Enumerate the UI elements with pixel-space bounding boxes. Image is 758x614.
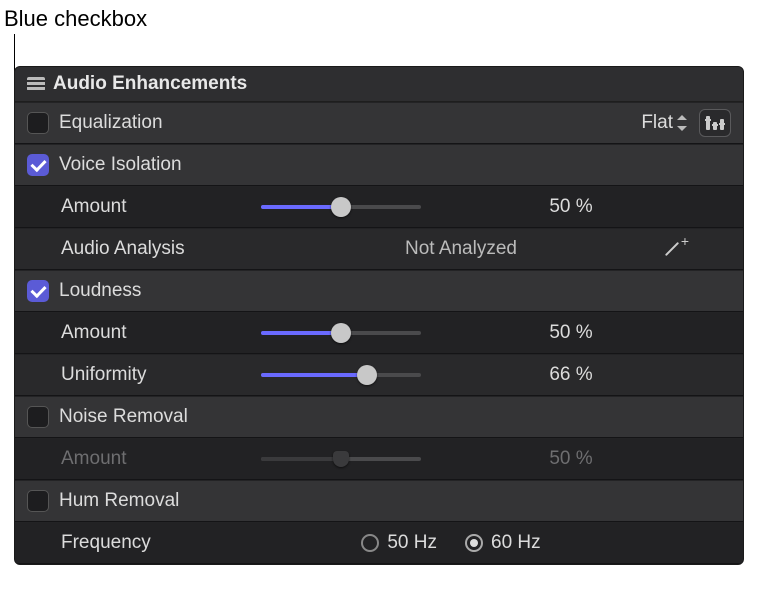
voice-isolation-row: Voice Isolation	[15, 144, 743, 186]
voice-isolation-label: Voice Isolation	[59, 154, 182, 176]
loudness-label: Loudness	[59, 280, 141, 302]
loudness-uniformity-row: Uniformity 66 %	[15, 354, 743, 396]
inspector-icon	[27, 77, 45, 91]
panel-title: Audio Enhancements	[53, 73, 247, 95]
noise-removal-amount-value: 50 %	[501, 448, 641, 470]
voice-isolation-amount-label: Amount	[61, 196, 261, 218]
loudness-amount-value[interactable]: 50 %	[501, 322, 641, 344]
slider-thumb[interactable]	[331, 323, 351, 343]
loudness-checkbox[interactable]	[27, 280, 49, 302]
hum-removal-frequency-row: Frequency 50 Hz 60 Hz	[15, 522, 743, 564]
panel-header: Audio Enhancements	[15, 67, 743, 102]
audio-enhancements-panel: Audio Enhancements Equalization Flat Voi…	[14, 66, 744, 565]
chevron-updown-icon	[677, 115, 687, 131]
noise-removal-label: Noise Removal	[59, 406, 188, 428]
analyze-wand-button[interactable]	[661, 239, 685, 259]
loudness-uniformity-value[interactable]: 66 %	[501, 364, 641, 386]
audio-analysis-status: Not Analyzed	[261, 238, 661, 260]
voice-isolation-checkbox[interactable]	[27, 154, 49, 176]
hum-removal-label: Hum Removal	[59, 490, 179, 512]
noise-removal-row: Noise Removal	[15, 396, 743, 438]
hum-removal-frequency-label: Frequency	[61, 532, 261, 554]
voice-isolation-amount-slider[interactable]	[261, 197, 421, 217]
hum-60hz-radio[interactable]: 60 Hz	[465, 532, 541, 554]
callout-label: Blue checkbox	[4, 6, 147, 32]
hum-frequency-radios: 50 Hz 60 Hz	[261, 532, 641, 554]
hum-50hz-radio[interactable]: 50 Hz	[361, 532, 437, 554]
equalization-preset-value: Flat	[641, 112, 673, 134]
loudness-amount-row: Amount 50 %	[15, 312, 743, 354]
slider-fill	[261, 205, 341, 209]
loudness-row: Loudness	[15, 270, 743, 312]
equalization-checkbox[interactable]	[27, 112, 49, 134]
noise-removal-checkbox[interactable]	[27, 406, 49, 428]
hum-60hz-label: 60 Hz	[491, 532, 541, 554]
voice-isolation-amount-value[interactable]: 50 %	[501, 196, 641, 218]
slider-thumb	[333, 451, 349, 467]
radio-icon	[465, 534, 483, 552]
hum-removal-checkbox[interactable]	[27, 490, 49, 512]
equalizer-editor-button[interactable]	[699, 109, 731, 137]
equalization-preset-select[interactable]: Flat	[641, 112, 687, 134]
noise-removal-amount-label: Amount	[61, 448, 261, 470]
loudness-uniformity-label: Uniformity	[61, 364, 261, 386]
noise-removal-amount-slider	[261, 449, 421, 469]
equalizer-icon	[706, 116, 724, 130]
noise-removal-amount-row: Amount 50 %	[15, 438, 743, 480]
voice-isolation-amount-row: Amount 50 %	[15, 186, 743, 228]
audio-analysis-label: Audio Analysis	[61, 238, 261, 260]
equalization-row: Equalization Flat	[15, 102, 743, 144]
loudness-amount-slider[interactable]	[261, 323, 421, 343]
loudness-amount-label: Amount	[61, 322, 261, 344]
slider-thumb[interactable]	[357, 365, 377, 385]
hum-50hz-label: 50 Hz	[387, 532, 437, 554]
slider-thumb[interactable]	[331, 197, 351, 217]
loudness-uniformity-slider[interactable]	[261, 365, 421, 385]
audio-analysis-row: Audio Analysis Not Analyzed	[15, 228, 743, 270]
hum-removal-row: Hum Removal	[15, 480, 743, 522]
equalization-label: Equalization	[59, 112, 163, 134]
radio-icon	[361, 534, 379, 552]
